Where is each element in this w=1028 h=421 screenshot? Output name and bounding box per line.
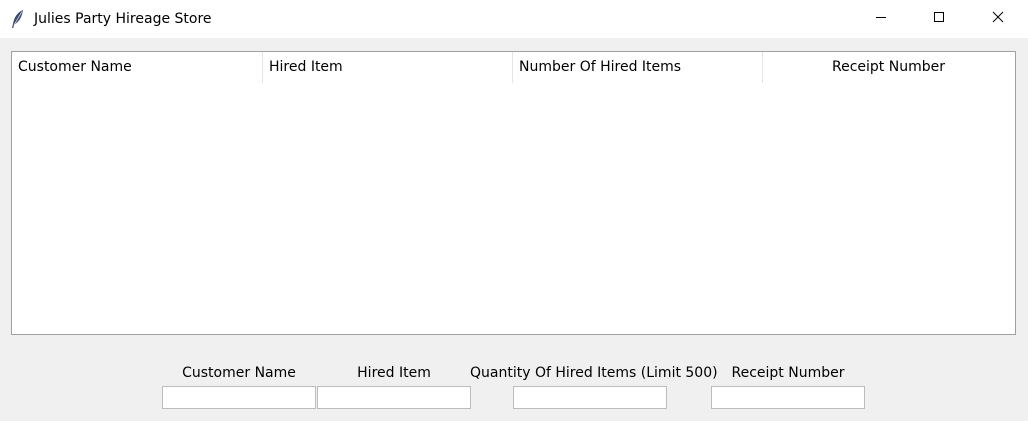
receipt-number-label: Receipt Number [731, 365, 845, 381]
customer-name-label: Customer Name [182, 365, 296, 381]
hired-item-label: Hired Item [357, 365, 431, 381]
customer-name-input[interactable] [162, 386, 316, 409]
close-button[interactable] [968, 0, 1028, 38]
hire-records-table[interactable]: Customer Name Hired Item Number Of Hired… [11, 51, 1016, 335]
table-body[interactable] [12, 83, 1015, 334]
receipt-number-input[interactable] [711, 386, 865, 409]
minimize-icon [875, 11, 887, 27]
column-header-hired-item[interactable]: Hired Item [262, 52, 512, 83]
minimize-button[interactable] [852, 0, 910, 38]
column-header-customer-name[interactable]: Customer Name [12, 52, 262, 83]
table-header: Customer Name Hired Item Number Of Hired… [12, 52, 1015, 83]
window-title: Julies Party Hireage Store [34, 11, 212, 27]
feather-icon [10, 9, 26, 29]
column-header-receipt-number[interactable]: Receipt Number [762, 52, 1014, 83]
app-window: Julies Party Hireage Store Customer Name… [0, 0, 1028, 421]
maximize-icon [933, 11, 945, 27]
column-header-number-of-hired-items[interactable]: Number Of Hired Items [512, 52, 762, 83]
hired-item-input[interactable] [317, 386, 471, 409]
close-icon [992, 11, 1004, 27]
quantity-label: Quantity Of Hired Items (Limit 500) [470, 365, 718, 381]
quantity-input[interactable] [513, 386, 667, 409]
maximize-button[interactable] [910, 0, 968, 38]
title-bar[interactable]: Julies Party Hireage Store [0, 0, 1028, 38]
